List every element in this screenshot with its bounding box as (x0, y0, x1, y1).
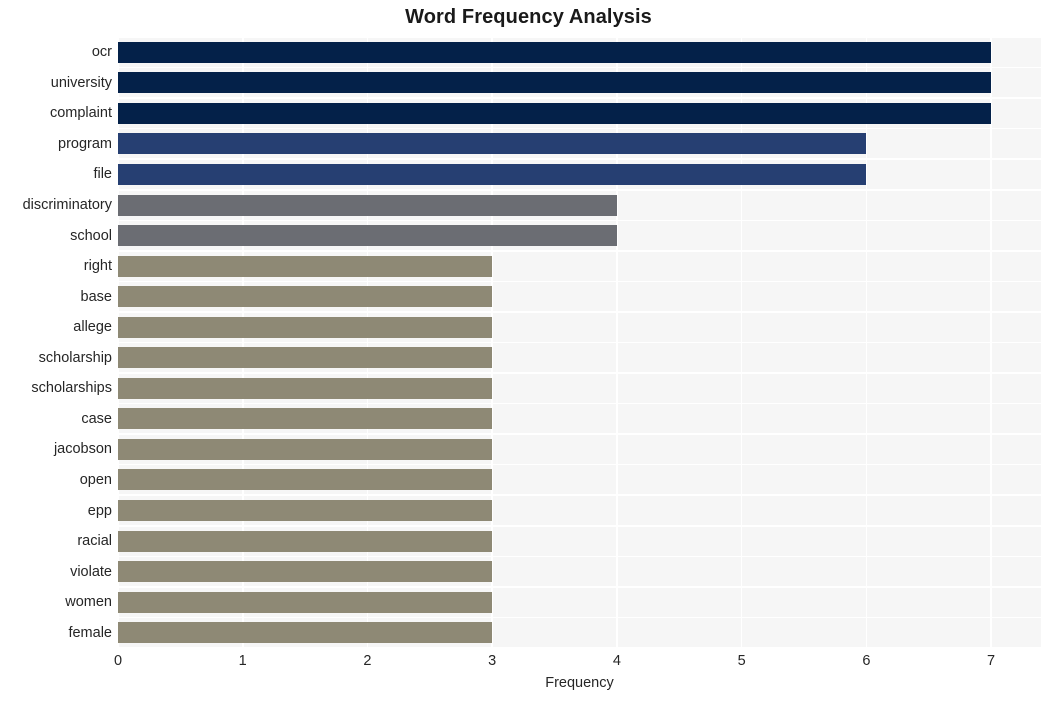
bar (118, 133, 867, 155)
bar (118, 561, 493, 583)
word-frequency-chart: Word Frequency Analysis ocr university com… (0, 0, 1057, 701)
y-tick-label: violate (70, 563, 112, 580)
y-tick-label: university (50, 74, 112, 91)
y-tick-label: allege (73, 319, 112, 336)
y-tick-label: scholarships (31, 380, 112, 397)
y-tick-label: jacobson (53, 441, 112, 458)
x-tick-label: 4 (612, 653, 621, 669)
bar (118, 591, 493, 613)
bar (118, 438, 493, 460)
y-tick-label: ocr (91, 44, 112, 61)
y-tick-label: file (93, 166, 112, 183)
chart-title: Word Frequency Analysis (405, 6, 652, 28)
x-axis-title: Frequency (545, 675, 614, 691)
bar (118, 102, 992, 124)
x-tick-label: 5 (737, 653, 746, 669)
y-tick-label: program (58, 135, 112, 152)
bar (118, 72, 992, 94)
x-tick-label: 1 (238, 653, 247, 669)
bar (118, 500, 493, 522)
y-tick-label: complaint (49, 105, 112, 122)
bar (118, 194, 617, 216)
bar (118, 41, 992, 63)
bar (118, 408, 493, 430)
y-axis-labels: ocr university complaint program file discrim… (0, 37, 112, 648)
y-tick-label: women (65, 594, 112, 611)
x-axis-ticks: 0 1 2 3 4 5 6 7 (114, 648, 1041, 674)
y-tick-label: scholarship (38, 349, 112, 366)
y-tick-label: right (83, 258, 112, 275)
y-tick-label: school (70, 227, 112, 244)
x-tick-label: 7 (987, 653, 996, 669)
bar (118, 316, 493, 338)
y-tick-label: epp (87, 502, 112, 519)
bar (118, 377, 493, 399)
bar (118, 347, 493, 369)
bar (118, 225, 617, 247)
x-tick-label: 2 (363, 653, 372, 669)
bars-layer (118, 37, 1041, 648)
bar (118, 622, 493, 644)
y-tick-label: case (81, 410, 112, 427)
y-tick-label: base (80, 288, 112, 305)
bar (118, 469, 493, 491)
x-tick-label: 0 (113, 653, 123, 669)
x-tick-label: 6 (862, 653, 871, 669)
plot-area (118, 37, 1041, 648)
y-tick-label: female (68, 624, 112, 641)
y-tick-label: open (79, 471, 112, 488)
bar (118, 255, 493, 277)
bar (118, 530, 493, 552)
bar (118, 286, 493, 308)
y-tick-label: discriminatory (22, 197, 112, 214)
y-tick-label: racial (77, 533, 112, 550)
x-tick-label: 3 (488, 653, 497, 669)
bar (118, 163, 867, 185)
